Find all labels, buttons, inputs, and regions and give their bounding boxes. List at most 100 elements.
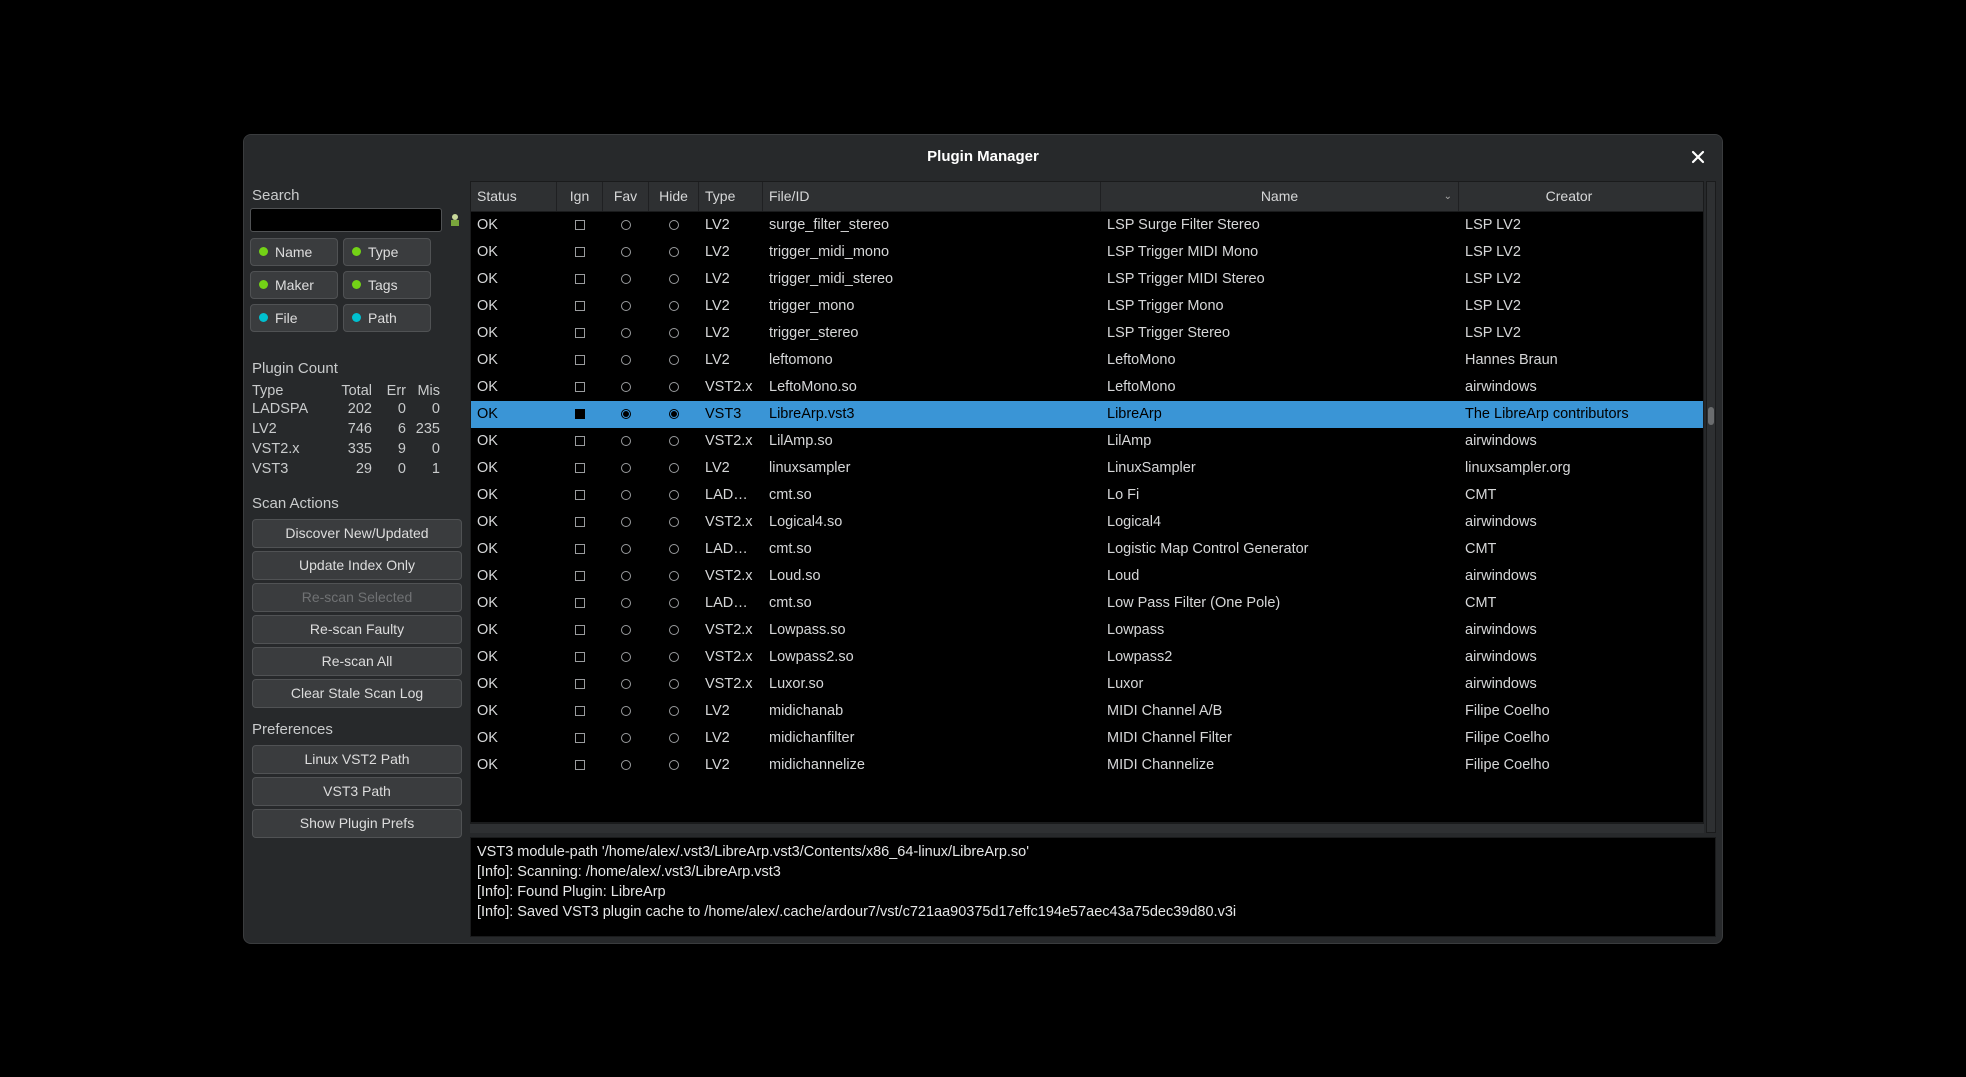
column-creator[interactable]: Creator bbox=[1459, 182, 1679, 211]
cell-ign[interactable] bbox=[557, 490, 603, 500]
table-row[interactable]: OKLV2trigger_monoLSP Trigger MonoLSP LV2 bbox=[471, 293, 1703, 320]
cell-fav[interactable] bbox=[603, 355, 649, 365]
column-hide[interactable]: Hide bbox=[649, 182, 699, 211]
cell-hide[interactable] bbox=[649, 490, 699, 500]
cell-fav[interactable] bbox=[603, 409, 649, 419]
cell-ign[interactable] bbox=[557, 301, 603, 311]
column-name[interactable]: Name⌄ bbox=[1101, 182, 1459, 211]
cell-hide[interactable] bbox=[649, 328, 699, 338]
table-row[interactable]: OKVST2.xLowpass2.soLowpass2airwindows bbox=[471, 644, 1703, 671]
scan-button[interactable]: Discover New/Updated bbox=[252, 519, 462, 548]
cell-ign[interactable] bbox=[557, 706, 603, 716]
column-ign[interactable]: Ign bbox=[557, 182, 603, 211]
toggle-type[interactable]: Type bbox=[343, 238, 431, 266]
cell-hide[interactable] bbox=[649, 274, 699, 284]
cell-hide[interactable] bbox=[649, 517, 699, 527]
cell-hide[interactable] bbox=[649, 463, 699, 473]
cell-fav[interactable] bbox=[603, 544, 649, 554]
cell-ign[interactable] bbox=[557, 571, 603, 581]
toggle-path[interactable]: Path bbox=[343, 304, 431, 332]
column-type[interactable]: Type bbox=[699, 182, 763, 211]
cell-fav[interactable] bbox=[603, 652, 649, 662]
scan-button[interactable]: Re-scan Faulty bbox=[252, 615, 462, 644]
cell-hide[interactable] bbox=[649, 301, 699, 311]
cell-ign[interactable] bbox=[557, 463, 603, 473]
cell-hide[interactable] bbox=[649, 220, 699, 230]
cell-ign[interactable] bbox=[557, 274, 603, 284]
cell-ign[interactable] bbox=[557, 355, 603, 365]
horizontal-scrollbar[interactable] bbox=[470, 823, 1704, 833]
cell-ign[interactable] bbox=[557, 436, 603, 446]
table-row[interactable]: OKVST2.xLuxor.soLuxorairwindows bbox=[471, 671, 1703, 698]
cell-ign[interactable] bbox=[557, 517, 603, 527]
scan-button[interactable]: Re-scan All bbox=[252, 647, 462, 676]
table-row[interactable]: OKVST2.xLilAmp.soLilAmpairwindows bbox=[471, 428, 1703, 455]
cell-fav[interactable] bbox=[603, 571, 649, 581]
toggle-maker[interactable]: Maker bbox=[250, 271, 338, 299]
table-row[interactable]: OKVST3LibreArp.vst3LibreArpThe LibreArp … bbox=[471, 401, 1703, 428]
cell-fav[interactable] bbox=[603, 625, 649, 635]
cell-ign[interactable] bbox=[557, 760, 603, 770]
table-row[interactable]: OKLV2surge_filter_stereoLSP Surge Filter… bbox=[471, 212, 1703, 239]
cell-ign[interactable] bbox=[557, 382, 603, 392]
cell-fav[interactable] bbox=[603, 679, 649, 689]
cell-hide[interactable] bbox=[649, 571, 699, 581]
table-row[interactable]: OKVST2.xLoud.soLoudairwindows bbox=[471, 563, 1703, 590]
cell-hide[interactable] bbox=[649, 652, 699, 662]
cell-fav[interactable] bbox=[603, 301, 649, 311]
table-row[interactable]: OKLADSPAcmt.soLogistic Map Control Gener… bbox=[471, 536, 1703, 563]
column-status[interactable]: Status bbox=[471, 182, 557, 211]
toggle-name[interactable]: Name bbox=[250, 238, 338, 266]
cell-fav[interactable] bbox=[603, 436, 649, 446]
table-row[interactable]: OKLV2midichanabMIDI Channel A/BFilipe Co… bbox=[471, 698, 1703, 725]
vertical-scrollbar[interactable] bbox=[1706, 181, 1716, 833]
prefs-button[interactable]: VST3 Path bbox=[252, 777, 462, 806]
cell-hide[interactable] bbox=[649, 382, 699, 392]
table-row[interactable]: OKLV2trigger_midi_stereoLSP Trigger MIDI… bbox=[471, 266, 1703, 293]
table-row[interactable]: OKLV2trigger_stereoLSP Trigger StereoLSP… bbox=[471, 320, 1703, 347]
cell-fav[interactable] bbox=[603, 274, 649, 284]
cell-fav[interactable] bbox=[603, 463, 649, 473]
close-button[interactable] bbox=[1688, 147, 1708, 167]
column-file[interactable]: File/ID bbox=[763, 182, 1101, 211]
search-input[interactable] bbox=[250, 208, 442, 232]
cell-fav[interactable] bbox=[603, 220, 649, 230]
cell-ign[interactable] bbox=[557, 679, 603, 689]
column-fav[interactable]: Fav bbox=[603, 182, 649, 211]
cell-ign[interactable] bbox=[557, 247, 603, 257]
cell-fav[interactable] bbox=[603, 706, 649, 716]
log-output[interactable]: VST3 module-path '/home/alex/.vst3/Libre… bbox=[470, 837, 1716, 937]
table-row[interactable]: OKLV2linuxsamplerLinuxSamplerlinuxsample… bbox=[471, 455, 1703, 482]
table-row[interactable]: OKVST2.xLowpass.soLowpassairwindows bbox=[471, 617, 1703, 644]
cell-ign[interactable] bbox=[557, 733, 603, 743]
table-row[interactable]: OKVST2.xLogical4.soLogical4airwindows bbox=[471, 509, 1703, 536]
cell-fav[interactable] bbox=[603, 382, 649, 392]
cell-hide[interactable] bbox=[649, 436, 699, 446]
cell-fav[interactable] bbox=[603, 490, 649, 500]
vertical-scrollbar-thumb[interactable] bbox=[1708, 407, 1714, 425]
cell-hide[interactable] bbox=[649, 679, 699, 689]
cell-hide[interactable] bbox=[649, 625, 699, 635]
cell-fav[interactable] bbox=[603, 247, 649, 257]
table-row[interactable]: OKVST2.xLeftoMono.soLeftoMonoairwindows bbox=[471, 374, 1703, 401]
cell-ign[interactable] bbox=[557, 409, 603, 419]
table-row[interactable]: OKLADSPAcmt.soLo FiCMT bbox=[471, 482, 1703, 509]
table-row[interactable]: OKLV2trigger_midi_monoLSP Trigger MIDI M… bbox=[471, 239, 1703, 266]
cell-hide[interactable] bbox=[649, 409, 699, 419]
cell-hide[interactable] bbox=[649, 355, 699, 365]
toggle-tags[interactable]: Tags bbox=[343, 271, 431, 299]
table-row[interactable]: OKLV2midichannelizeMIDI ChannelizeFilipe… bbox=[471, 752, 1703, 779]
cell-fav[interactable] bbox=[603, 328, 649, 338]
cell-ign[interactable] bbox=[557, 625, 603, 635]
cell-ign[interactable] bbox=[557, 598, 603, 608]
scan-button[interactable]: Update Index Only bbox=[252, 551, 462, 580]
cell-hide[interactable] bbox=[649, 706, 699, 716]
table-body[interactable]: OKLV2surge_filter_stereoLSP Surge Filter… bbox=[471, 212, 1703, 822]
toggle-file[interactable]: File bbox=[250, 304, 338, 332]
cell-hide[interactable] bbox=[649, 247, 699, 257]
cell-fav[interactable] bbox=[603, 733, 649, 743]
table-row[interactable]: OKLADSPAcmt.soLow Pass Filter (One Pole)… bbox=[471, 590, 1703, 617]
table-row[interactable]: OKLV2midichanfilterMIDI Channel FilterFi… bbox=[471, 725, 1703, 752]
cell-fav[interactable] bbox=[603, 517, 649, 527]
prefs-button[interactable]: Show Plugin Prefs bbox=[252, 809, 462, 838]
